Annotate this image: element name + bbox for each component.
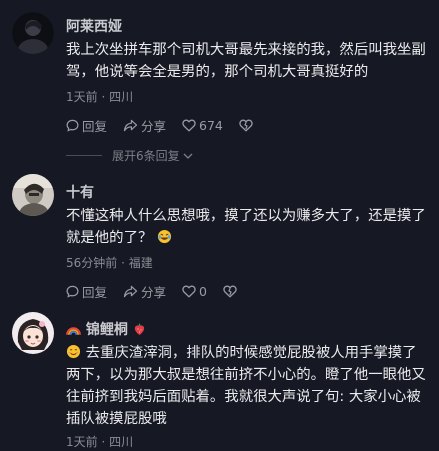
like-button[interactable]: 674 — [182, 118, 223, 133]
rainbow-icon — [66, 327, 81, 335]
share-label: 分享 — [141, 118, 167, 134]
comment-meta: 56分钟前 · 福建 — [66, 256, 153, 270]
comment-text: 去重庆渣滓洞，排队的时候感觉屁股被人用手掌摸了两下，以为那大叔是想往前挤不小心的… — [66, 342, 426, 430]
comment-text: 不懂这种人什么思想哦，摸了还以为赚多大了，还是摸了就是他的了？ — [66, 205, 426, 249]
smiling-blush-emoji-icon — [66, 344, 81, 359]
comment-actions: 回复 分享 0 — [66, 282, 253, 300]
comment-meta: 1天前 · 四川 — [66, 435, 134, 449]
author-name: 锦鲤桐 — [85, 322, 128, 338]
dislike-button[interactable] — [223, 285, 237, 298]
comment-author[interactable]: 阿莱西娅 — [66, 16, 122, 36]
heart-icon — [182, 119, 196, 131]
rolling-laugh-emoji-icon — [157, 229, 171, 244]
comment-text: 我上次坐拼车那个司机大哥最先来接的我，然后叫我坐副驾，他说等会全是男的，那个司机… — [66, 42, 426, 80]
share-button[interactable]: 分享 — [123, 282, 166, 301]
reply-icon — [66, 285, 79, 298]
sketch-portrait-avatar-icon — [12, 174, 54, 216]
avatar[interactable] — [12, 174, 54, 216]
divider — [66, 155, 102, 156]
broken-heart-icon — [223, 285, 237, 297]
avatar[interactable] — [12, 312, 54, 354]
comment-text-body: 不懂这种人什么思想哦，摸了还以为赚多大了，还是摸了就是他的了？ — [66, 208, 426, 246]
avatar[interactable] — [12, 12, 54, 54]
reply-icon — [66, 119, 79, 132]
reply-button[interactable]: 回复 — [66, 116, 107, 135]
reply-label: 回复 — [82, 118, 108, 134]
heart-icon — [182, 285, 196, 297]
comment-text-body: 去重庆渣滓洞，排队的时候感觉屁股被人用手掌摸了两下，以为那大叔是想往前挤不小心的… — [66, 345, 426, 427]
like-count: 674 — [199, 117, 223, 133]
dark-silhouette-avatar-icon — [12, 12, 54, 54]
comment-actions: 回复 分享 674 — [66, 116, 269, 134]
reply-button[interactable]: 回复 — [66, 282, 107, 301]
share-label: 分享 — [141, 284, 167, 300]
comment-author[interactable]: 锦鲤桐 — [66, 319, 146, 339]
comment-meta: 1天前 · 四川 — [66, 90, 134, 104]
expand-replies-button[interactable]: 展开6条回复 — [66, 147, 193, 164]
strawberry-icon — [134, 323, 144, 335]
share-icon — [123, 285, 138, 297]
comment-author[interactable]: 十有 — [66, 182, 94, 202]
reply-label: 回复 — [82, 284, 108, 300]
dislike-button[interactable] — [239, 119, 253, 132]
broken-heart-icon — [239, 119, 253, 131]
like-count: 0 — [199, 283, 207, 299]
expand-replies-label: 展开6条回复 — [112, 149, 180, 163]
cartoon-girl-avatar-icon — [12, 312, 54, 354]
chevron-down-icon — [183, 153, 193, 159]
like-button[interactable]: 0 — [182, 284, 207, 299]
share-icon — [123, 119, 138, 131]
share-button[interactable]: 分享 — [123, 116, 166, 135]
